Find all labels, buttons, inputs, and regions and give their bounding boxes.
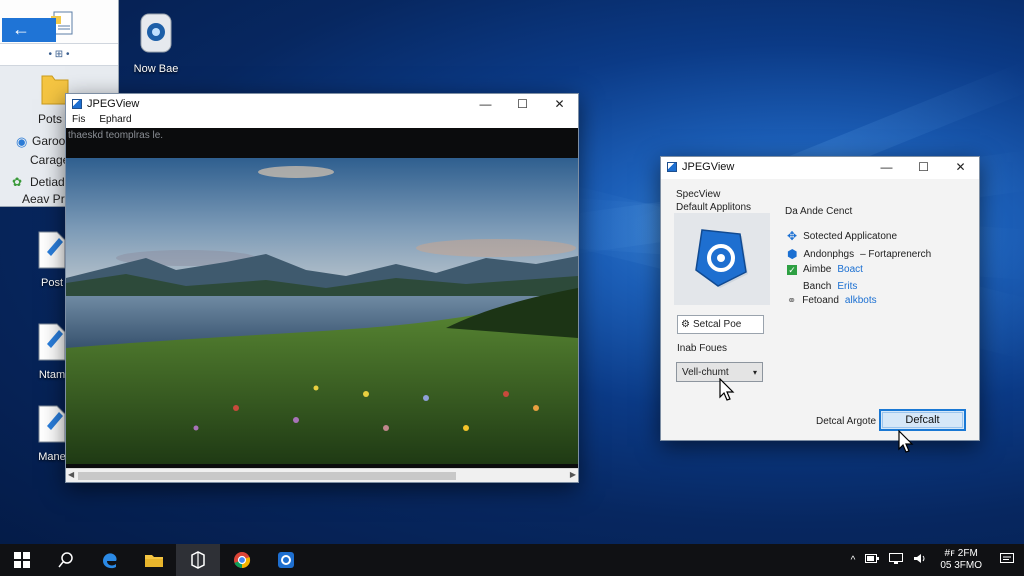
landscape-photo [66, 158, 578, 464]
dialog-titlebar[interactable]: JPEGView — ☐ ✕ [661, 157, 979, 177]
dialog-body: SpecView Default Applitons Da Ande Cenct… [661, 179, 979, 440]
explorer-icon [145, 555, 163, 567]
dialog-title: JPEGView [682, 161, 735, 173]
circle-icon [787, 282, 797, 292]
taskbar-file-explorer[interactable] [132, 544, 176, 576]
scroll-left-icon[interactable]: ◀ [68, 470, 74, 479]
start-button[interactable] [0, 544, 44, 576]
select-button[interactable]: ⚙ Setcal Poe [677, 315, 764, 334]
default-button[interactable]: Defcalt [879, 409, 966, 431]
window-title: JPEGView [87, 98, 140, 110]
taskbar-jpegview[interactable] [264, 544, 308, 576]
chevron-down-icon: ▾ [752, 367, 757, 377]
chrome-icon [234, 552, 251, 569]
mouse-cursor [898, 429, 914, 457]
back-arrow-icon: ← [12, 19, 30, 39]
dialog-heading: SpecView [676, 189, 721, 200]
globe-icon: ◉ [16, 134, 28, 149]
tray-chevron-icon[interactable]: ^ [846, 555, 861, 566]
link-icon: ⚭ [787, 295, 797, 307]
app-logo [674, 213, 770, 305]
minimize-button[interactable]: — [868, 157, 905, 177]
store-icon [191, 551, 205, 569]
arrows-icon: ✥ [787, 229, 798, 243]
clock-date: 05 3FMO [940, 560, 982, 571]
taskbar-store[interactable] [176, 544, 220, 576]
option-banch[interactable]: Banch Erits [787, 281, 857, 292]
notifications-icon[interactable] [990, 552, 1024, 568]
explorer-item[interactable]: Garoo [32, 134, 65, 148]
back-button[interactable]: ← [2, 18, 56, 42]
shield-icon: ⬢ [787, 247, 798, 261]
explorer-nav-row[interactable]: • ⊞ • [0, 44, 118, 66]
option-selected-applications[interactable]: ✥ Sotected Applicatone [787, 229, 897, 243]
taskbar-chrome[interactable] [220, 544, 264, 576]
gear-icon: ⚙ [681, 319, 690, 330]
leaf-icon: ✿ [12, 175, 23, 189]
system-tray: ^ #ꜰ 2FM 05 3FMO [846, 544, 1024, 576]
jpegview-app-icon [667, 162, 677, 172]
taskbar: ^ #ꜰ 2FM 05 3FMO [0, 544, 1024, 576]
shield-app-icon [128, 12, 184, 59]
maximize-button[interactable]: ☐ [504, 94, 541, 114]
desktop-icon-label: Now Bae [133, 63, 179, 75]
checkbox-icon: ✓ [787, 264, 797, 275]
image-caption: thaeskd teomplras le. [68, 130, 164, 141]
default-label: Detcal Argote [816, 416, 877, 427]
edge-icon [103, 553, 117, 569]
network-icon[interactable] [884, 553, 908, 567]
clock[interactable]: #ꜰ 2FM 05 3FMO [932, 548, 990, 572]
volume-icon[interactable] [908, 553, 932, 567]
start-icon [14, 552, 30, 568]
explorer-item[interactable]: Pots [38, 112, 62, 126]
close-button[interactable]: ✕ [541, 94, 578, 114]
dropdown-label: Inab Foues [677, 343, 728, 354]
jpegview-app-icon [72, 99, 82, 109]
explorer-item[interactable]: Carage [30, 153, 69, 167]
menu-item-edit[interactable]: Ephard [99, 114, 131, 128]
jpegview-titlebar[interactable]: JPEGView — ☐ ✕ [66, 94, 578, 114]
explorer-item[interactable]: Detiad [30, 175, 65, 189]
minimize-button[interactable]: — [467, 94, 504, 114]
menu-bar: Fis Ephard [66, 114, 578, 128]
scroll-right-icon[interactable]: ▶ [570, 470, 576, 479]
right-heading: Da Ande Cenct [785, 206, 853, 217]
horizontal-scrollbar[interactable]: ◀ ▶ [66, 468, 578, 482]
desktop-icon-now-bae[interactable]: Now Bae [128, 12, 184, 75]
dialog-subheading: Default Applitons [676, 202, 752, 213]
maximize-button[interactable]: ☐ [905, 157, 942, 177]
search-button[interactable] [44, 544, 88, 576]
scrollbar-thumb[interactable] [78, 472, 456, 480]
option-android[interactable]: ⬢ Andonphgs – Fortaprenerch [787, 247, 931, 261]
close-button[interactable]: ✕ [942, 157, 979, 177]
menu-item-file[interactable]: Fis [72, 114, 85, 128]
battery-icon[interactable] [860, 554, 884, 566]
search-icon [58, 552, 73, 568]
explorer-item[interactable]: Aeav Pro [22, 192, 71, 206]
clock-time: #ꜰ 2FM [944, 548, 978, 559]
mouse-cursor [719, 377, 735, 405]
jpegview-icon [278, 552, 294, 568]
explorer-toolbar: ← [0, 0, 118, 44]
option-aimbe[interactable]: ✓ Aimbe Boact [787, 264, 863, 275]
default-apps-dialog: JPEGView — ☐ ✕ SpecView Default Appliton… [660, 156, 980, 441]
jpegview-window: JPEGView — ☐ ✕ Fis Ephard thaeskd teompl… [65, 93, 579, 483]
shield-icon [695, 229, 748, 288]
taskbar-edge[interactable] [88, 544, 132, 576]
image-viewport[interactable]: thaeskd teomplras le. [66, 128, 578, 468]
option-fetoand[interactable]: ⚭ Fetoand alkbots [787, 294, 877, 307]
